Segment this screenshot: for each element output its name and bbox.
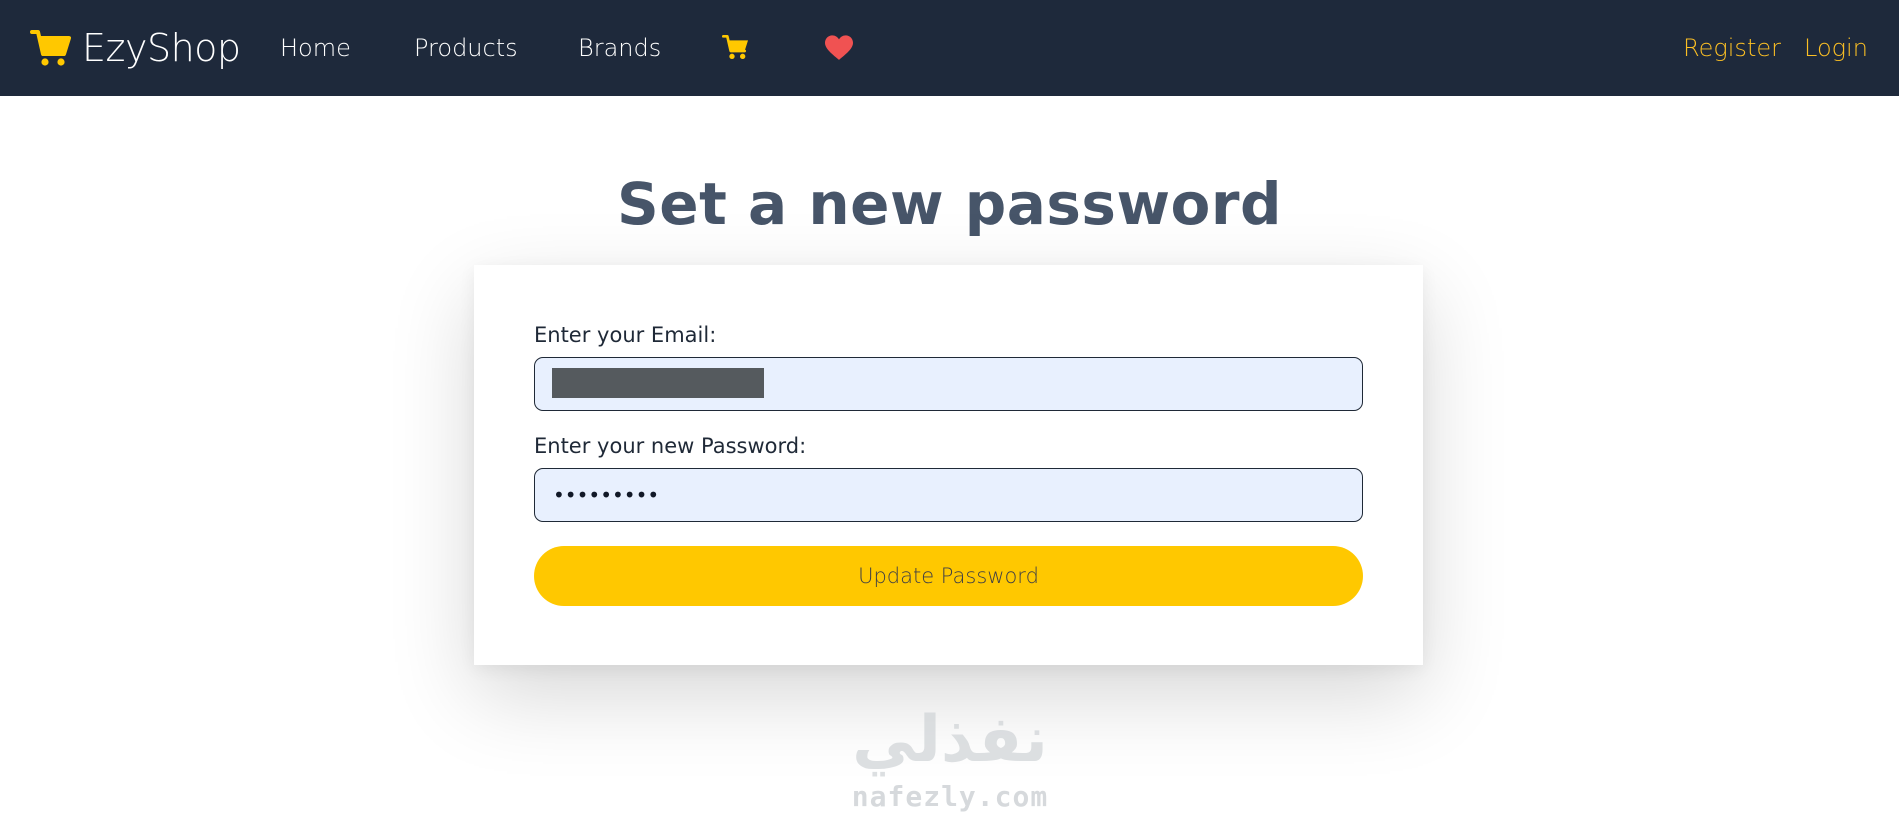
brand-logo[interactable]: EzyShop	[30, 26, 241, 70]
new-password-field[interactable]	[534, 468, 1363, 522]
heart-icon	[825, 35, 853, 60]
reset-password-card: Enter your Email: Enter your new Passwor…	[474, 265, 1423, 665]
watermark-latin: nafezly.com	[851, 780, 1049, 813]
update-password-button[interactable]: Update Password	[534, 546, 1363, 606]
login-link[interactable]: Login	[1804, 32, 1868, 64]
brand-name: EzyShop	[82, 26, 241, 70]
page-title: Set a new password	[616, 170, 1282, 238]
navbar: EzyShop Home Products Brands Register Lo…	[0, 0, 1899, 96]
nav-link-brands[interactable]: Brands	[578, 32, 661, 64]
register-link[interactable]: Register	[1683, 32, 1781, 64]
shopping-cart-icon	[722, 34, 748, 59]
wishlist-nav-icon[interactable]	[825, 35, 853, 61]
email-label: Enter your Email:	[534, 323, 717, 347]
nav-link-home[interactable]: Home	[280, 32, 351, 64]
password-label: Enter your new Password:	[534, 434, 807, 458]
watermark-logo: نفذلي nafezly.com	[820, 700, 1080, 814]
cart-nav-icon[interactable]	[722, 33, 750, 61]
nav-link-products[interactable]: Products	[414, 32, 518, 64]
shopping-cart-icon	[30, 28, 72, 68]
watermark-arabic: نفذلي	[852, 703, 1048, 777]
email-field[interactable]	[534, 357, 1363, 411]
